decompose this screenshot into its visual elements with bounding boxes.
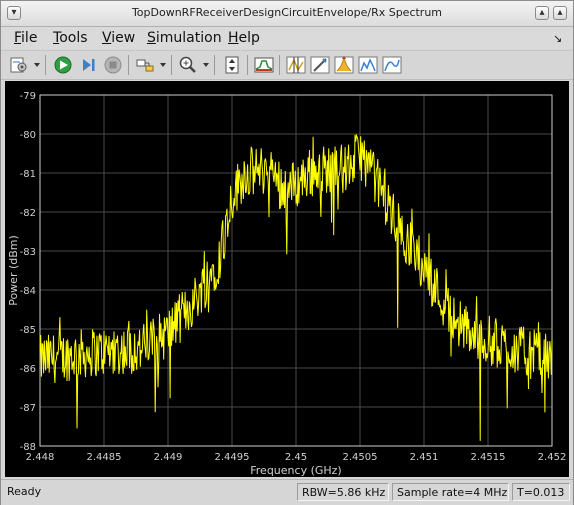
y-tick-label: -79 [20,91,36,102]
y-tick-label: -85 [20,325,36,336]
cursor-measurements-icon[interactable] [285,54,307,76]
y-tick-labels: -79-80-81-82-83-84-85-86-87-88 [20,91,36,453]
plot-grid [39,94,553,447]
maximize-icon[interactable]: ▴ [553,6,567,20]
x-tick-label: 2.448 [26,452,55,463]
status-sample-rate: Sample rate=4 MHz [392,483,509,501]
x-tick-label: 2.449 [154,452,183,463]
channel-measurements-icon[interactable] [357,54,379,76]
y-tick-label: -82 [20,208,36,219]
zoom-in-icon[interactable] [177,54,199,76]
x-tick-labels: 2.448 2.4485 2.449 2.4495 2.45 2.4505 2.451 2.4… [26,452,567,463]
y-tick-label: -84 [20,286,36,297]
menu-bar: File Tools View Simulation Help ↘ [1,27,573,49]
y-tick-label: -87 [20,403,36,414]
status-time: T=0.013 [512,483,570,501]
spectrum-plot-area[interactable]: -79 -80 -81 -82 -83 -84 -85 -86 -87 -88 2.448 2.44… [5,81,569,477]
y-tick-label: -80 [20,130,36,141]
menu-tools[interactable]: Tools [53,30,88,46]
menu-simulation[interactable]: Simulation [147,30,222,46]
x-tick-label: 2.4505 [343,452,378,463]
x-tick-label: 2.45 [285,452,307,463]
x-tick-label: 2.4485 [87,452,122,463]
peak-finder-icon[interactable] [333,54,355,76]
y-axis-label: Power (dBm) [7,235,20,306]
menu-help[interactable]: Help [228,30,260,46]
x-tick-label: 2.4495 [215,452,250,463]
step-forward-icon[interactable] [77,54,99,76]
stop-icon[interactable] [102,54,124,76]
menu-file[interactable]: File [14,30,37,46]
x-tick-label: 2.4515 [471,452,506,463]
scope-window: ▾ TopDownRFReceiverDesignCircuitEnvelope… [0,0,574,505]
signal-statistics-icon[interactable] [309,54,331,76]
x-axis-label: Frequency (GHz) [250,464,341,477]
y-tick-label: -83 [20,247,36,258]
status-state: Ready [7,485,42,498]
settings-icon[interactable] [8,54,30,76]
y-tick-label: -81 [20,169,36,180]
highlight-simulink-block-icon[interactable] [134,54,156,76]
toolbar [1,50,573,80]
title-bar: ▾ TopDownRFReceiverDesignCircuitEnvelope… [1,1,573,27]
distortion-measurements-icon[interactable] [381,54,403,76]
status-bar: Ready RBW=5.86 kHz Sample rate=4 MHz T=0… [1,479,573,505]
window-title: TopDownRFReceiverDesignCircuitEnvelope/R… [131,6,443,19]
spectrum-settings-icon[interactable] [253,54,275,76]
highlight-dropdown-icon[interactable] [160,63,166,67]
zoom-dropdown-icon[interactable] [203,63,209,67]
scale-axes-icon[interactable] [221,54,243,76]
minimize-icon[interactable]: ▴ [535,6,549,20]
x-tick-label: 2.452 [538,452,567,463]
menu-view[interactable]: View [102,30,135,46]
dock-arrow-icon[interactable]: ↘ [553,32,562,45]
run-icon[interactable] [52,54,74,76]
spectrum-chart[interactable]: -79-80-81-82-83-84-85-86-87-88 2.448 2.44… [5,81,569,477]
status-rbw: RBW=5.86 kHz [297,483,389,501]
settings-dropdown-icon[interactable] [34,63,40,67]
x-tick-label: 2.451 [410,452,439,463]
y-tick-label: -86 [20,364,36,375]
